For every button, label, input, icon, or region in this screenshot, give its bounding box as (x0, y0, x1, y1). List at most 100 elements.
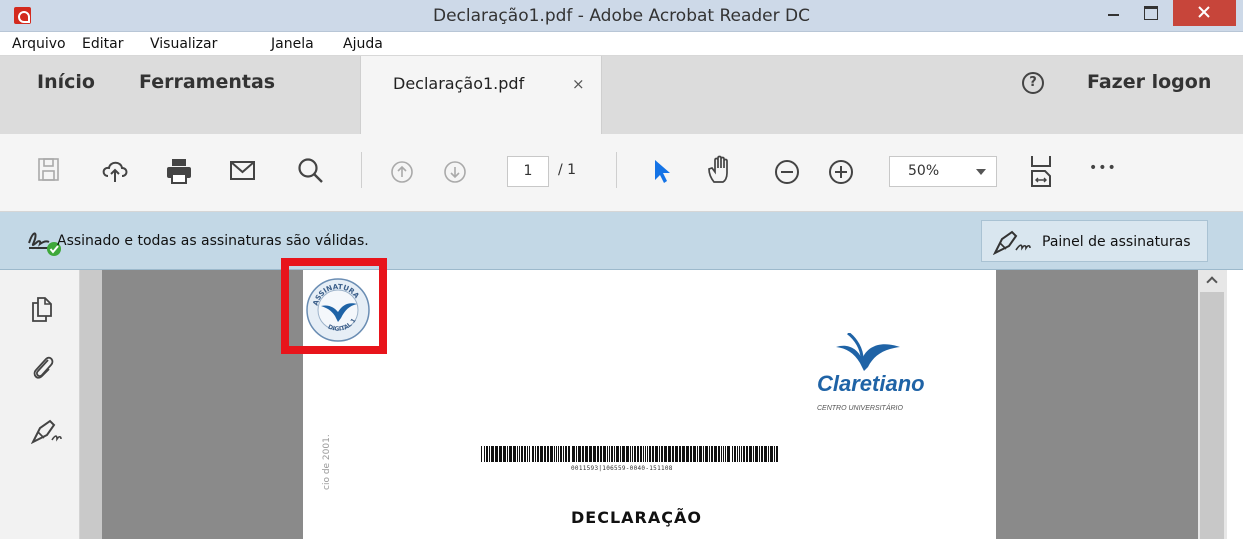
bird-logo-icon (836, 333, 900, 371)
menu-editar[interactable]: Editar (82, 36, 123, 52)
barcode (481, 446, 781, 462)
barcode-bar (568, 446, 570, 462)
barcode-bar (622, 446, 625, 462)
signature-panel-icon[interactable] (30, 416, 65, 448)
barcode-bar (616, 446, 619, 462)
barcode-bar (632, 446, 633, 462)
page-fit-icon[interactable] (1030, 154, 1052, 188)
page-thumbnails-icon[interactable] (31, 297, 53, 327)
scroll-up-icon[interactable] (1206, 276, 1218, 288)
page-number-input[interactable]: 1 (507, 156, 549, 187)
menu-arquivo[interactable]: Arquivo (12, 36, 66, 52)
barcode-bar (609, 446, 610, 462)
barcode-bar (647, 446, 648, 462)
barcode-bar (664, 446, 667, 462)
signature-panel-button[interactable]: Painel de assinaturas (981, 220, 1208, 262)
menu-janela[interactable]: Janela (271, 36, 314, 52)
hand-tool-icon[interactable] (706, 155, 736, 185)
barcode-bar (668, 446, 671, 462)
main-toolbar: 1 / 1 50% ••• (0, 134, 1243, 212)
tab-home[interactable]: Início (37, 71, 95, 93)
menu-ajuda[interactable]: Ajuda (343, 36, 383, 52)
close-tab-icon[interactable]: × (572, 75, 585, 93)
email-icon[interactable] (230, 160, 256, 182)
close-window-button[interactable] (1173, 0, 1236, 26)
barcode-bar (768, 446, 769, 462)
barcode-bar (499, 446, 502, 462)
barcode-bar (640, 446, 642, 462)
barcode-bar (630, 446, 631, 462)
zoom-out-icon[interactable] (774, 159, 800, 185)
barcode-bar (759, 446, 760, 462)
zoom-select[interactable]: 50% (889, 156, 997, 187)
barcode-bar (705, 446, 708, 462)
barcode-bar (693, 446, 696, 462)
barcode-bar (727, 446, 730, 462)
barcode-bar (489, 446, 490, 462)
barcode-bar (703, 446, 704, 462)
minimize-button[interactable] (1098, 0, 1128, 26)
barcode-bar (732, 446, 733, 462)
barcode-bar (603, 446, 606, 462)
barcode-bar (723, 446, 724, 462)
save-icon[interactable] (37, 157, 61, 183)
scrollbar-thumb[interactable] (1200, 292, 1224, 539)
barcode-bar (600, 446, 602, 462)
page-down-icon[interactable] (443, 160, 467, 184)
barcode-bar (709, 446, 710, 462)
barcode-bar (718, 446, 720, 462)
barcode-bar (714, 446, 717, 462)
tab-document[interactable]: Declaração1.pdf × (360, 56, 602, 134)
tab-tools[interactable]: Ferramentas (139, 71, 275, 93)
pen-signature-icon (992, 230, 1031, 255)
cloud-upload-icon[interactable] (101, 158, 129, 184)
barcode-bar (565, 446, 567, 462)
more-icon[interactable]: ••• (1089, 160, 1117, 176)
help-icon[interactable]: ? (1022, 72, 1044, 94)
vertical-scrollbar[interactable] (1198, 270, 1227, 539)
barcode-bar (519, 446, 520, 462)
acrobat-window: Declaração1.pdf - Adobe Acrobat Reader D… (0, 0, 1243, 539)
barcode-bar (524, 446, 526, 462)
barcode-bar (699, 446, 702, 462)
barcode-bar (749, 446, 752, 462)
barcode-bar (764, 446, 767, 462)
page-up-icon[interactable] (390, 160, 414, 184)
window-title: Declaração1.pdf - Adobe Acrobat Reader D… (432, 6, 810, 26)
menu-bar: Arquivo Editar Visualizar Janela Ajuda (0, 32, 1243, 56)
barcode-bar (563, 446, 564, 462)
logo-name: Claretiano (817, 371, 925, 396)
tab-row: Início Ferramentas Declaração1.pdf × ? F… (0, 56, 1243, 134)
barcode-bar (652, 446, 654, 462)
barcode-bar (655, 446, 658, 462)
barcode-bar (484, 446, 485, 462)
zoom-value: 50% (908, 163, 940, 179)
toolbar-separator (616, 152, 617, 188)
signature-status-message: Assinado e todas as assinaturas são váli… (57, 233, 369, 249)
zoom-in-icon[interactable] (828, 159, 854, 185)
barcode-bar (682, 446, 685, 462)
barcode-number: 0011593|106559-0040-151108 (571, 465, 673, 472)
search-icon[interactable] (297, 157, 325, 185)
barcode-bar (495, 446, 498, 462)
barcode-bar (532, 446, 534, 462)
barcode-bar (540, 446, 543, 462)
maximize-button[interactable] (1135, 0, 1165, 26)
barcode-bar (547, 446, 549, 462)
barcode-bar (597, 446, 599, 462)
barcode-bar (535, 446, 536, 462)
barcode-bar (770, 446, 773, 462)
barcode-bar (611, 446, 613, 462)
barcode-bar (558, 446, 559, 462)
barcode-bar (593, 446, 596, 462)
menu-visualizar[interactable]: Visualizar (150, 36, 217, 52)
barcode-bar (585, 446, 588, 462)
print-icon[interactable] (165, 157, 193, 185)
barcode-bar (620, 446, 621, 462)
login-button[interactable]: Fazer logon (1087, 71, 1211, 93)
barcode-bar (589, 446, 592, 462)
barcode-bar (721, 446, 722, 462)
select-cursor-icon[interactable] (653, 158, 671, 184)
attachment-icon[interactable] (31, 354, 55, 384)
signature-panel-label: Painel de assinaturas (1042, 234, 1191, 250)
